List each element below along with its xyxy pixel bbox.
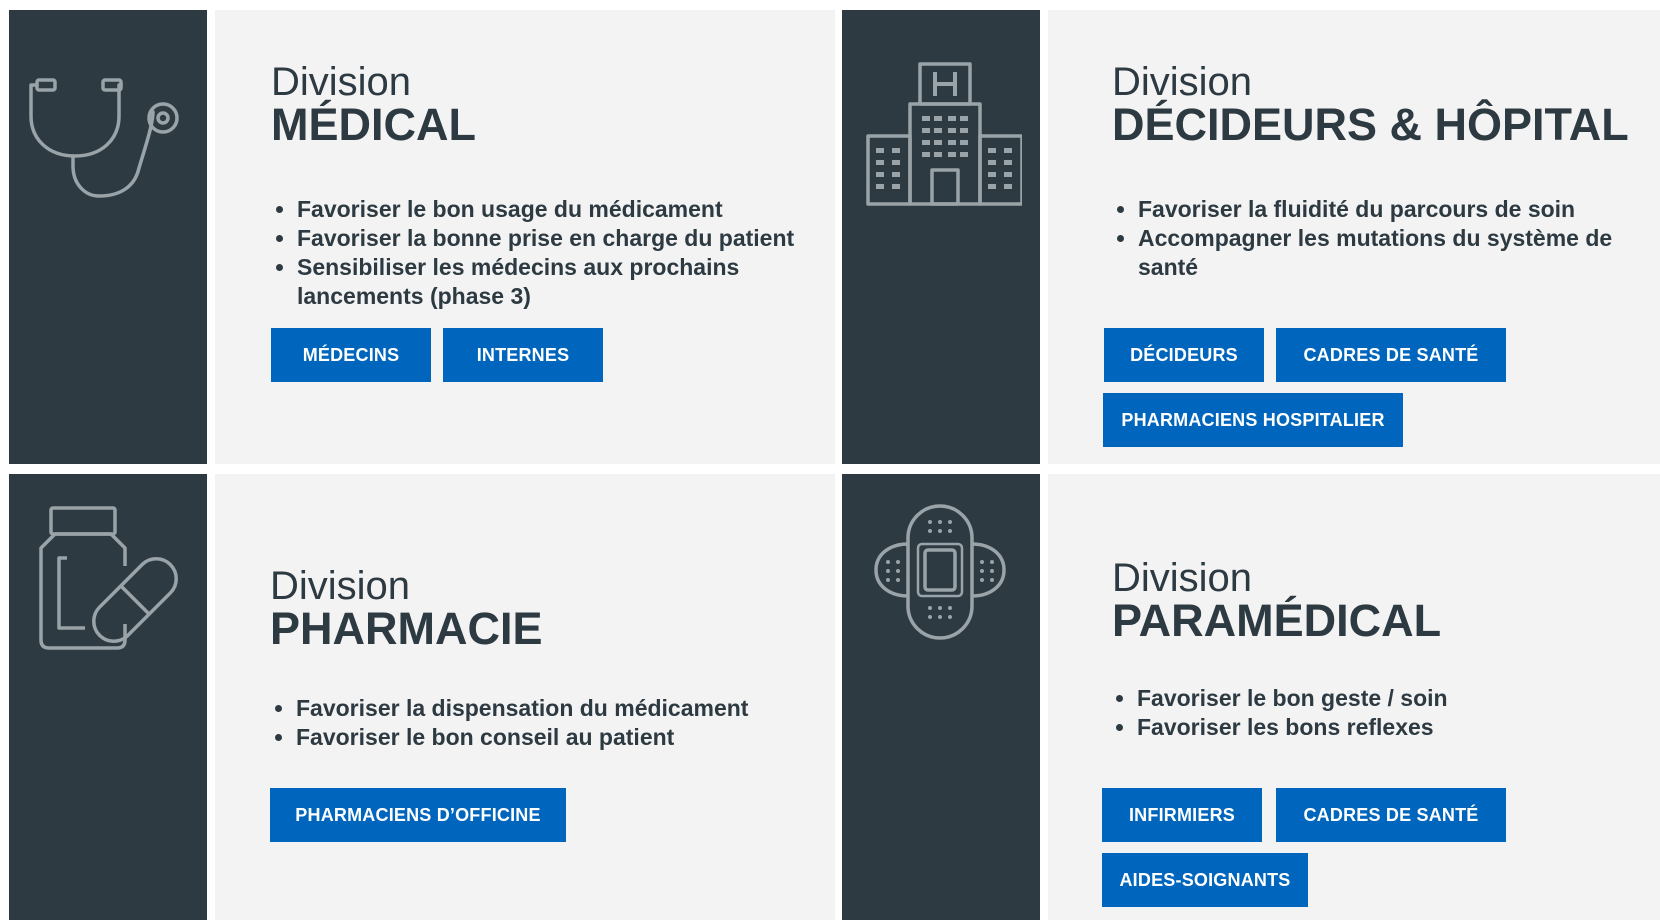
icon-panel (842, 474, 1040, 920)
bandage-icon (874, 504, 1006, 640)
list-item: Accompagner les mutations du système de … (1138, 224, 1660, 282)
division-title: Division PHARMACIE (270, 566, 543, 652)
list-item: Favoriser la bonne prise en charge du pa… (297, 224, 857, 253)
bullet-list: Favoriser le bon geste / soin Favoriser … (1101, 684, 1660, 742)
list-item: Favoriser la fluidité du parcours de soi… (1138, 195, 1660, 224)
stethoscope-icon (29, 78, 179, 198)
content-panel: Division MÉDICAL Favoriser le bon usage … (215, 10, 835, 464)
list-item: Favoriser le bon conseil au patient (296, 723, 856, 752)
icon-panel (9, 474, 207, 920)
division-title: Division PARAMÉDICAL (1112, 558, 1441, 644)
card-decideurs: Division DÉCIDEURS & HÔPITAL Favoriser l… (842, 10, 1660, 464)
division-title: Division MÉDICAL (271, 62, 476, 148)
card-medical: Division MÉDICAL Favoriser le bon usage … (9, 10, 835, 464)
content-panel: Division PHARMACIE Favoriser la dispensa… (215, 474, 835, 920)
cadres-de-sante-button[interactable]: CADRES DE SANTÉ (1276, 788, 1506, 842)
title-division-name: DÉCIDEURS & HÔPITAL (1112, 99, 1629, 150)
pill-bottle-icon (39, 506, 178, 650)
title-division-label: Division (1112, 60, 1253, 104)
title-division-name: MÉDICAL (271, 99, 476, 150)
title-division-name: PARAMÉDICAL (1112, 595, 1442, 646)
title-division-name: PHARMACIE (270, 603, 543, 654)
title-division-label: Division (1112, 556, 1253, 600)
cadres-de-sante-button[interactable]: CADRES DE SANTÉ (1276, 328, 1506, 382)
medecins-button[interactable]: MÉDECINS (271, 328, 431, 382)
list-item: Favoriser le bon usage du médicament (297, 195, 857, 224)
bullet-list: Favoriser le bon usage du médicament Fav… (261, 195, 857, 311)
list-item: Sensibiliser les médecins aux prochains … (297, 253, 857, 311)
title-division-label: Division (270, 564, 411, 608)
content-panel: Division DÉCIDEURS & HÔPITAL Favoriser l… (1048, 10, 1660, 464)
decideurs-button[interactable]: DÉCIDEURS (1104, 328, 1264, 382)
card-paramedical: Division PARAMÉDICAL Favoriser le bon ge… (842, 474, 1660, 920)
card-pharmacie: Division PHARMACIE Favoriser la dispensa… (9, 474, 835, 920)
list-item: Favoriser la dispensation du médicament (296, 694, 856, 723)
list-item: Favoriser les bons reflexes (1137, 713, 1660, 742)
title-division-label: Division (271, 60, 412, 104)
pharmaciens-hospitalier-button[interactable]: PHARMACIENS HOSPITALIER (1103, 393, 1403, 447)
aides-soignants-button[interactable]: AIDES-SOIGNANTS (1102, 853, 1308, 907)
icon-panel (842, 10, 1040, 464)
content-panel: Division PARAMÉDICAL Favoriser le bon ge… (1048, 474, 1660, 920)
bullet-list: Favoriser la dispensation du médicament … (260, 694, 856, 752)
internes-button[interactable]: INTERNES (443, 328, 603, 382)
bullet-list: Favoriser la fluidité du parcours de soi… (1102, 195, 1660, 282)
infirmiers-button[interactable]: INFIRMIERS (1102, 788, 1262, 842)
pharmaciens-officine-button[interactable]: PHARMACIENS D’OFFICINE (270, 788, 566, 842)
icon-panel (9, 10, 207, 464)
division-title: Division DÉCIDEURS & HÔPITAL (1112, 62, 1629, 148)
hospital-icon (866, 62, 1022, 206)
list-item: Favoriser le bon geste / soin (1137, 684, 1660, 713)
